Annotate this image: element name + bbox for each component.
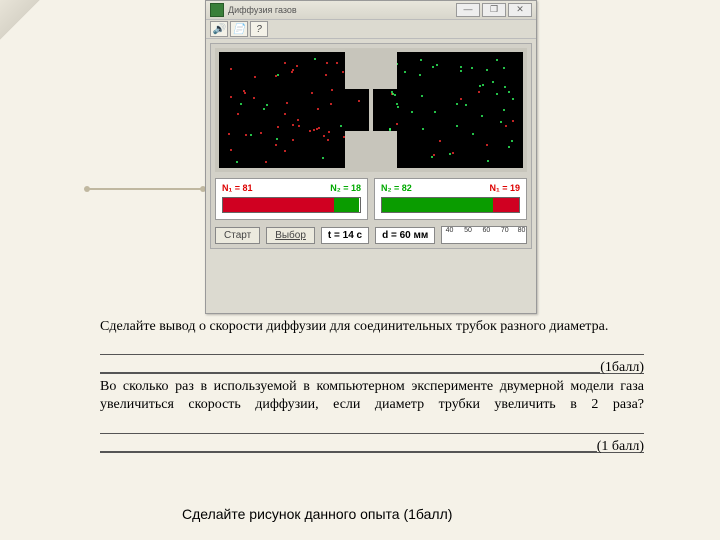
- close-button[interactable]: ✕: [508, 3, 532, 17]
- right-bar: [381, 197, 520, 213]
- titlebar: Диффузия газов — ❐ ✕: [206, 1, 536, 20]
- maximize-button[interactable]: ❐: [482, 3, 506, 17]
- minimize-button[interactable]: —: [456, 3, 480, 17]
- right-n2: N₂ = 82: [381, 183, 412, 193]
- right-n1: N₁ = 19: [490, 183, 521, 193]
- left-meter: N₁ = 81 N₂ = 18: [215, 178, 368, 220]
- score-2: (1 балл): [597, 438, 644, 452]
- answer-line[interactable]: [100, 419, 644, 434]
- window-title: Диффузия газов: [228, 5, 297, 15]
- app-icon: [210, 3, 224, 17]
- sound-icon[interactable]: 🔊: [210, 21, 228, 37]
- answer-line[interactable]: (1 балл): [100, 438, 644, 453]
- chambers: [215, 48, 527, 172]
- meters: N₁ = 81 N₂ = 18 N₂ = 82 N₁ = 19: [215, 178, 527, 220]
- start-button[interactable]: Старт: [215, 227, 260, 244]
- left-bar: [222, 197, 361, 213]
- answer-line[interactable]: (1балл): [100, 359, 644, 374]
- left-n1: N₁ = 81: [222, 183, 253, 193]
- doc-icon[interactable]: 📄: [230, 21, 248, 37]
- answer-line[interactable]: [100, 340, 644, 355]
- diameter-readout: d = 60 мм: [375, 227, 435, 244]
- ornament-rule: [88, 188, 202, 190]
- time-readout: t = 14 c: [321, 227, 369, 244]
- diameter-ruler[interactable]: 40 50 60 70 80: [441, 226, 527, 244]
- left-n2: N₂ = 18: [330, 183, 361, 193]
- toolbar: 🔊 📄 ?: [206, 20, 536, 39]
- barrier-bottom: [345, 131, 397, 171]
- score-1: (1балл): [600, 359, 644, 373]
- question-block: Сделайте вывод о скорости диффузии для с…: [100, 318, 644, 453]
- choose-button[interactable]: Выбор: [266, 227, 315, 244]
- help-icon[interactable]: ?: [250, 21, 268, 37]
- question-2: Во сколько раз в используемой в компьюте…: [100, 378, 644, 414]
- drawing-caption: Сделайте рисунок данного опыта (1балл): [182, 506, 452, 522]
- controls: Старт Выбор t = 14 c d = 60 мм 40 50 60 …: [215, 226, 527, 244]
- page-fold: [0, 0, 40, 40]
- barrier-top: [345, 49, 397, 89]
- simulation-window: Диффузия газов — ❐ ✕ 🔊 📄 ? N₁ = 81 N₂ = …: [205, 0, 537, 314]
- right-meter: N₂ = 82 N₁ = 19: [374, 178, 527, 220]
- question-1: Сделайте вывод о скорости диффузии для с…: [100, 318, 644, 336]
- sim-panel: N₁ = 81 N₂ = 18 N₂ = 82 N₁ = 19 Старт Вы…: [210, 43, 532, 249]
